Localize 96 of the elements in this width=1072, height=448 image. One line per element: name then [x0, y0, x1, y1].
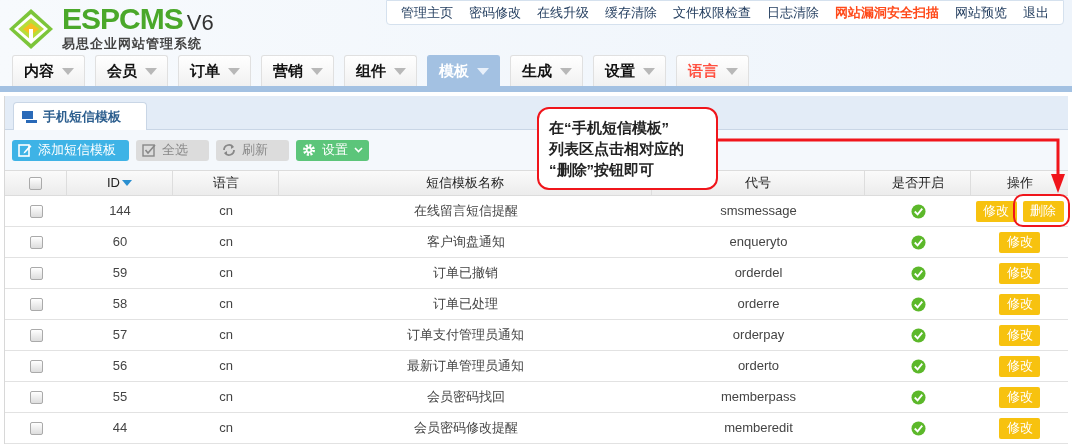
row-checkbox[interactable] [29, 297, 43, 311]
check-circle-icon[interactable] [910, 420, 926, 436]
row-checkbox[interactable] [29, 235, 43, 249]
top-link[interactable]: 在线升级 [529, 2, 597, 23]
menu-tab[interactable]: 设置 [593, 55, 666, 86]
top-link[interactable]: 网站预览 [947, 2, 1015, 23]
check-circle-icon[interactable] [910, 234, 926, 250]
column-header: 代号 [745, 174, 771, 193]
caret-icon [476, 67, 489, 75]
callout-text: 在“手机短信模板” [549, 118, 670, 138]
row-checkbox[interactable] [29, 266, 43, 280]
top-link[interactable]: 管理主页 [393, 2, 461, 23]
table-cell: smsmessage [720, 203, 797, 219]
check-circle-icon[interactable] [910, 389, 926, 405]
window-icon [22, 110, 37, 123]
table-cell: 58 [112, 296, 128, 312]
version-label: V6 [186, 12, 214, 34]
top-link[interactable]: 退出 [1015, 2, 1057, 23]
table-cell: 59 [112, 265, 128, 281]
menu-tab[interactable]: 会员 [95, 55, 168, 86]
refresh-icon [222, 143, 236, 157]
row-checkbox[interactable] [29, 359, 43, 373]
table-cell: 客户询盘通知 [426, 234, 505, 250]
top-link[interactable]: 文件权限检查 [665, 2, 759, 23]
sort-down-icon[interactable] [122, 180, 132, 186]
column-header: 操作 [1006, 174, 1033, 193]
table-cell: 60 [112, 234, 128, 250]
table-cell: 会员密码找回 [426, 389, 505, 405]
table-cell: orderpay [732, 327, 785, 343]
table-cell: cn [219, 296, 233, 312]
caret-icon [227, 67, 240, 75]
check-circle-icon[interactable] [910, 358, 926, 374]
row-checkbox[interactable] [29, 390, 43, 404]
chevron-icon [354, 147, 363, 153]
table-cell: memberedit [724, 420, 793, 436]
top-link[interactable]: 缓存清除 [597, 2, 665, 23]
top-link[interactable]: 日志清除 [759, 2, 827, 23]
check-circle-icon[interactable] [910, 296, 926, 312]
caret-icon [393, 67, 406, 75]
table-cell: 会员密码修改提醒 [413, 420, 518, 436]
menu-tab[interactable]: 内容 [12, 55, 85, 86]
column-header: 短信模板名称 [426, 174, 504, 193]
page-tab[interactable]: 手机短信模板 [13, 102, 147, 130]
table-cell: 订单已处理 [433, 296, 498, 312]
callout-text: 列表区点击相对应的 [549, 139, 685, 159]
top-link[interactable]: 网站漏洞安全扫描 [827, 2, 947, 23]
table-cell: cn [219, 389, 233, 405]
caret-icon [61, 67, 74, 75]
check-circle-icon[interactable] [910, 265, 926, 281]
table-cell: memberpass [720, 389, 797, 405]
menu-tab[interactable]: 订单 [178, 55, 251, 86]
row-checkbox[interactable] [29, 421, 43, 435]
tab-title: 手机短信模板 [43, 107, 121, 126]
caret-icon [559, 67, 572, 75]
table-cell: cn [219, 203, 233, 219]
menu-tab[interactable]: 生成 [510, 55, 583, 86]
table-cell: 订单支付管理员通知 [407, 327, 524, 343]
column-header: 是否开启 [891, 174, 944, 193]
row-checkbox[interactable] [29, 328, 43, 342]
gear-icon [302, 143, 316, 157]
menu-tab[interactable]: 组件 [344, 55, 417, 86]
table-cell: orderto [737, 358, 780, 374]
table-cell: cn [219, 420, 233, 436]
table-cell: cn [219, 327, 233, 343]
table-cell: 144 [109, 203, 131, 219]
table-cell: 44 [112, 420, 128, 436]
column-header: 语言 [212, 174, 239, 193]
top-link[interactable]: 密码修改 [461, 2, 529, 23]
column-header[interactable]: ID [107, 173, 120, 193]
table-cell: orderre [737, 296, 780, 312]
row-checkbox[interactable] [29, 204, 43, 218]
caret-icon [725, 67, 738, 75]
table-cell: enqueryto [729, 234, 788, 250]
table-cell: cn [219, 265, 233, 281]
edit-icon [18, 143, 32, 157]
table-cell: 57 [112, 327, 128, 343]
table-cell: 55 [112, 389, 128, 405]
checkbox-icon [142, 143, 156, 157]
highlight-ring [1013, 194, 1070, 227]
table-cell: 56 [112, 358, 128, 374]
check-circle-icon[interactable] [910, 203, 926, 219]
table-cell: 订单已撤销 [433, 265, 498, 281]
table-cell: cn [219, 234, 233, 250]
table-cell: orderdel [734, 265, 783, 281]
check-circle-icon[interactable] [910, 327, 926, 343]
table-cell: 最新订单管理员通知 [407, 358, 524, 374]
caret-icon [310, 67, 323, 75]
caret-icon [642, 67, 655, 75]
table-cell: cn [219, 358, 233, 374]
select-all-checkbox[interactable] [29, 176, 42, 190]
logo-subtitle: 易思企业网站管理系统 [62, 35, 203, 53]
caret-icon [144, 67, 157, 75]
callout-text: “删除”按钮即可 [549, 160, 655, 180]
menu-tab[interactable]: 营销 [261, 55, 334, 86]
table-cell: 在线留言短信提醒 [413, 203, 518, 219]
brand-name: ESPCMS [62, 4, 183, 34]
